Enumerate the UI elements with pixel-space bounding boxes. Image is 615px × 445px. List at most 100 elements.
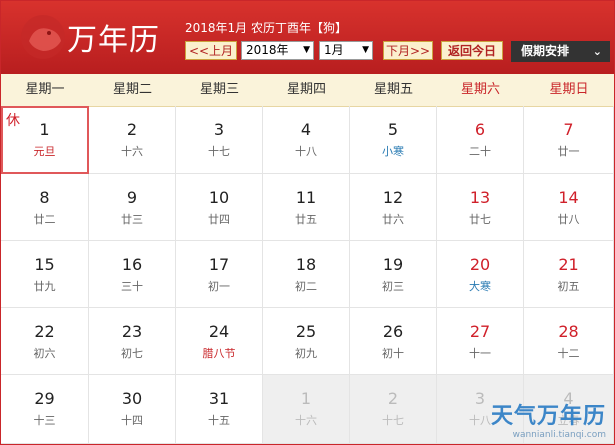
lunar-date: 初九 (295, 347, 317, 360)
day-cell[interactable]: 8 廿二 (1, 174, 89, 241)
day-cell[interactable]: 15 廿九 (1, 241, 89, 308)
lunar-date: 初一 (208, 280, 230, 293)
day-number: 29 (34, 389, 55, 408)
day-number: 26 (382, 322, 404, 341)
lunar-date: 廿三 (121, 213, 143, 226)
lunar-date: 十八 (295, 145, 317, 158)
weekday-label: 星期三 (199, 82, 239, 97)
day-cell[interactable]: 19 初三 (350, 241, 437, 308)
weekday-label: 星期二 (112, 82, 152, 97)
prev-month-button[interactable]: <<上月 (185, 41, 237, 60)
day-cell[interactable]: 10 廿四 (176, 174, 263, 241)
day-number: 15 (34, 255, 55, 274)
day-cell[interactable]: 7 廿一 (524, 106, 614, 174)
day-cell[interactable]: 25 初九 (263, 308, 350, 375)
day-cell[interactable]: 16 三十 (89, 241, 176, 308)
day-number: 11 (295, 188, 317, 207)
day-number: 4 (300, 120, 312, 139)
lunar-date: 二十 (469, 145, 491, 158)
day-cell[interactable]: 26 初十 (350, 308, 437, 375)
day-number: 1 (39, 120, 50, 139)
calendar-grid: 休 1 元旦 2 十六 3 十七 4 十八 5 小寒 6 二十 7 廿一 8 廿二 9 廿三 10 廿四 11 廿五 12 廿六… (1, 106, 614, 444)
lunar-date: 元旦 (33, 145, 56, 158)
day-number: 3 (213, 120, 225, 139)
lunar-date: 十三 (33, 414, 56, 427)
day-number: 25 (295, 322, 317, 341)
day-number: 9 (126, 188, 138, 207)
lunar-date: 廿七 (469, 213, 491, 226)
current-date-info: 2018年1月 农历丁酉年【狗】 (185, 21, 347, 35)
day-number: 1 (300, 389, 312, 408)
day-cell[interactable]: 14 廿八 (524, 174, 614, 241)
lunar-date: 十六 (295, 414, 317, 427)
day-cell[interactable]: 31 十五 (176, 375, 263, 444)
weekday-label: 星期五 (373, 82, 413, 97)
next-month-button[interactable]: 下月>> (383, 41, 433, 60)
day-cell[interactable]: 12 廿六 (350, 174, 437, 241)
day-number: 27 (469, 322, 491, 341)
lunar-date: 十一 (469, 347, 491, 360)
day-number: 2 (126, 120, 138, 139)
day-number: 5 (387, 120, 399, 139)
day-cell[interactable]: 23 初七 (89, 308, 176, 375)
lunar-date: 廿六 (382, 213, 404, 226)
holiday-schedule-dropdown[interactable]: 假期安排 ⌄ (511, 41, 610, 62)
day-number: 14 (558, 188, 579, 207)
day-cell[interactable]: 17 初一 (176, 241, 263, 308)
day-cell[interactable]: 11 廿五 (263, 174, 350, 241)
day-cell[interactable]: 6 二十 (437, 106, 524, 174)
day-number: 16 (121, 255, 143, 274)
lunar-date: 廿九 (33, 280, 56, 293)
day-cell[interactable]: 22 初六 (1, 308, 89, 375)
day-cell[interactable]: 18 初二 (263, 241, 350, 308)
month-select[interactable]: 1月 ▼ (319, 41, 373, 60)
day-number: 28 (558, 322, 579, 341)
lunar-date: 初五 (557, 280, 580, 293)
lunar-date: 十六 (121, 145, 143, 158)
day-cell[interactable]: 5 小寒 (350, 106, 437, 174)
back-to-today-button[interactable]: 返回今日 (441, 41, 503, 60)
day-cell[interactable]: 休 1 元旦 (1, 106, 89, 174)
lunar-date: 初二 (295, 280, 317, 293)
day-cell[interactable]: 30 十四 (89, 375, 176, 444)
day-cell[interactable]: 2 十六 (89, 106, 176, 174)
day-cell[interactable]: 1 十六 (263, 375, 350, 444)
day-number: 23 (121, 322, 143, 341)
day-number: 8 (39, 188, 50, 207)
day-number: 24 (208, 322, 230, 341)
calendar-widget: 万年历 2018年1月 农历丁酉年【狗】 <<上月 2018年 ▼ 1月 ▼ 下… (0, 0, 615, 445)
day-number: 18 (295, 255, 317, 274)
day-cell[interactable]: 2 十七 (350, 375, 437, 444)
day-cell[interactable]: 4 十八 (263, 106, 350, 174)
day-number: 31 (208, 389, 230, 408)
day-number: 30 (121, 389, 143, 408)
weekday-label: 星期六 (460, 82, 500, 97)
day-cell[interactable]: 3 十七 (176, 106, 263, 174)
lunar-date: 十七 (382, 414, 404, 427)
day-cell[interactable]: 9 廿三 (89, 174, 176, 241)
year-select[interactable]: 2018年 ▼ (241, 41, 314, 60)
day-cell[interactable]: 29 十三 (1, 375, 89, 444)
lunar-date: 十四 (121, 414, 143, 427)
calendar-header: 万年历 2018年1月 农历丁酉年【狗】 <<上月 2018年 ▼ 1月 ▼ 下… (1, 1, 614, 74)
watermark-url: wannianli.tianqi.com (512, 430, 606, 440)
page-title: 万年历 (67, 23, 160, 58)
lunar-date: 廿四 (208, 213, 230, 226)
day-number: 19 (382, 255, 404, 274)
lunar-date: 十二 (557, 347, 580, 360)
day-cell[interactable]: 20 大寒 (437, 241, 524, 308)
weekday-label: 星期日 (549, 82, 589, 97)
lunar-date: 初六 (33, 347, 56, 360)
day-cell[interactable]: 28 十二 (524, 308, 614, 375)
lunar-date: 十五 (208, 414, 230, 427)
day-number: 13 (469, 188, 491, 207)
lunar-date: 廿八 (557, 213, 580, 226)
day-number: 20 (469, 255, 491, 274)
weekday-label: 星期四 (286, 82, 326, 97)
weekday-header-row: 星期一 星期二 星期三 星期四 星期五 星期六 星期日 (1, 74, 614, 107)
lunar-date: 三十 (121, 280, 143, 293)
day-cell[interactable]: 27 十一 (437, 308, 524, 375)
day-cell[interactable]: 24 腊八节 (176, 308, 263, 375)
day-cell[interactable]: 13 廿七 (437, 174, 524, 241)
day-cell[interactable]: 21 初五 (524, 241, 614, 308)
